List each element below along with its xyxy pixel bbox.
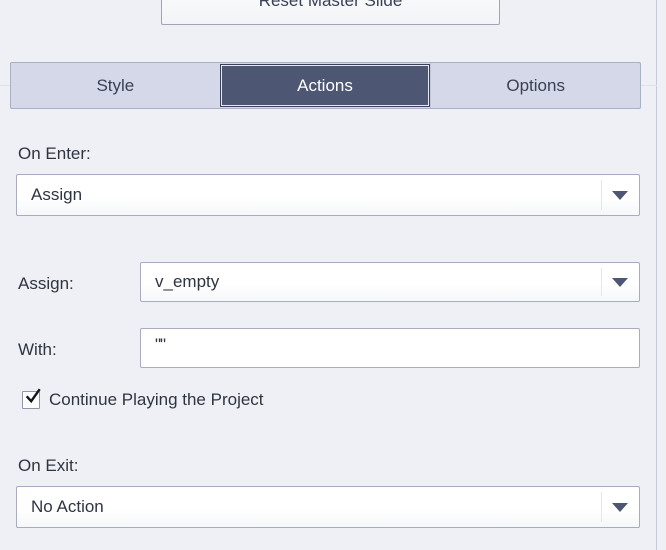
continue-playing-row[interactable]: Continue Playing the Project bbox=[22, 388, 264, 410]
on-exit-value: No Action bbox=[31, 497, 104, 516]
tab-options-label: Options bbox=[506, 75, 565, 95]
tab-options[interactable]: Options bbox=[430, 63, 640, 108]
on-enter-dropdown[interactable]: Assign bbox=[16, 174, 640, 216]
assign-variable-value: v_empty bbox=[155, 272, 220, 291]
tab-style[interactable]: Style bbox=[11, 63, 220, 108]
chevron-down-icon[interactable] bbox=[601, 487, 639, 527]
panel-right-divider bbox=[656, 0, 657, 550]
chevron-down-icon[interactable] bbox=[601, 263, 639, 301]
chevron-down-icon[interactable] bbox=[601, 175, 639, 215]
on-exit-dropdown[interactable]: No Action bbox=[16, 486, 640, 528]
properties-tabstrip: Style Actions Options bbox=[10, 62, 641, 109]
continue-playing-label: Continue Playing the Project bbox=[49, 390, 264, 409]
with-label: With: bbox=[18, 340, 57, 359]
tab-actions-label: Actions bbox=[297, 75, 353, 95]
tab-style-label: Style bbox=[96, 75, 135, 95]
assign-label: Assign: bbox=[18, 274, 74, 293]
tabstrip-rule-right bbox=[641, 85, 657, 86]
tab-actions[interactable]: Actions bbox=[219, 64, 431, 107]
assign-variable-dropdown[interactable]: v_empty bbox=[140, 262, 640, 302]
with-value-text: "" bbox=[155, 335, 166, 354]
on-enter-value: Assign bbox=[31, 185, 83, 204]
checkmark-icon bbox=[25, 388, 41, 404]
on-enter-label: On Enter: bbox=[18, 144, 91, 163]
with-value-input[interactable]: "" bbox=[140, 328, 640, 368]
on-exit-label: On Exit: bbox=[18, 456, 79, 475]
continue-playing-checkbox[interactable] bbox=[22, 388, 41, 409]
reset-master-slide-button[interactable]: Reset Master Slide bbox=[161, 0, 500, 25]
